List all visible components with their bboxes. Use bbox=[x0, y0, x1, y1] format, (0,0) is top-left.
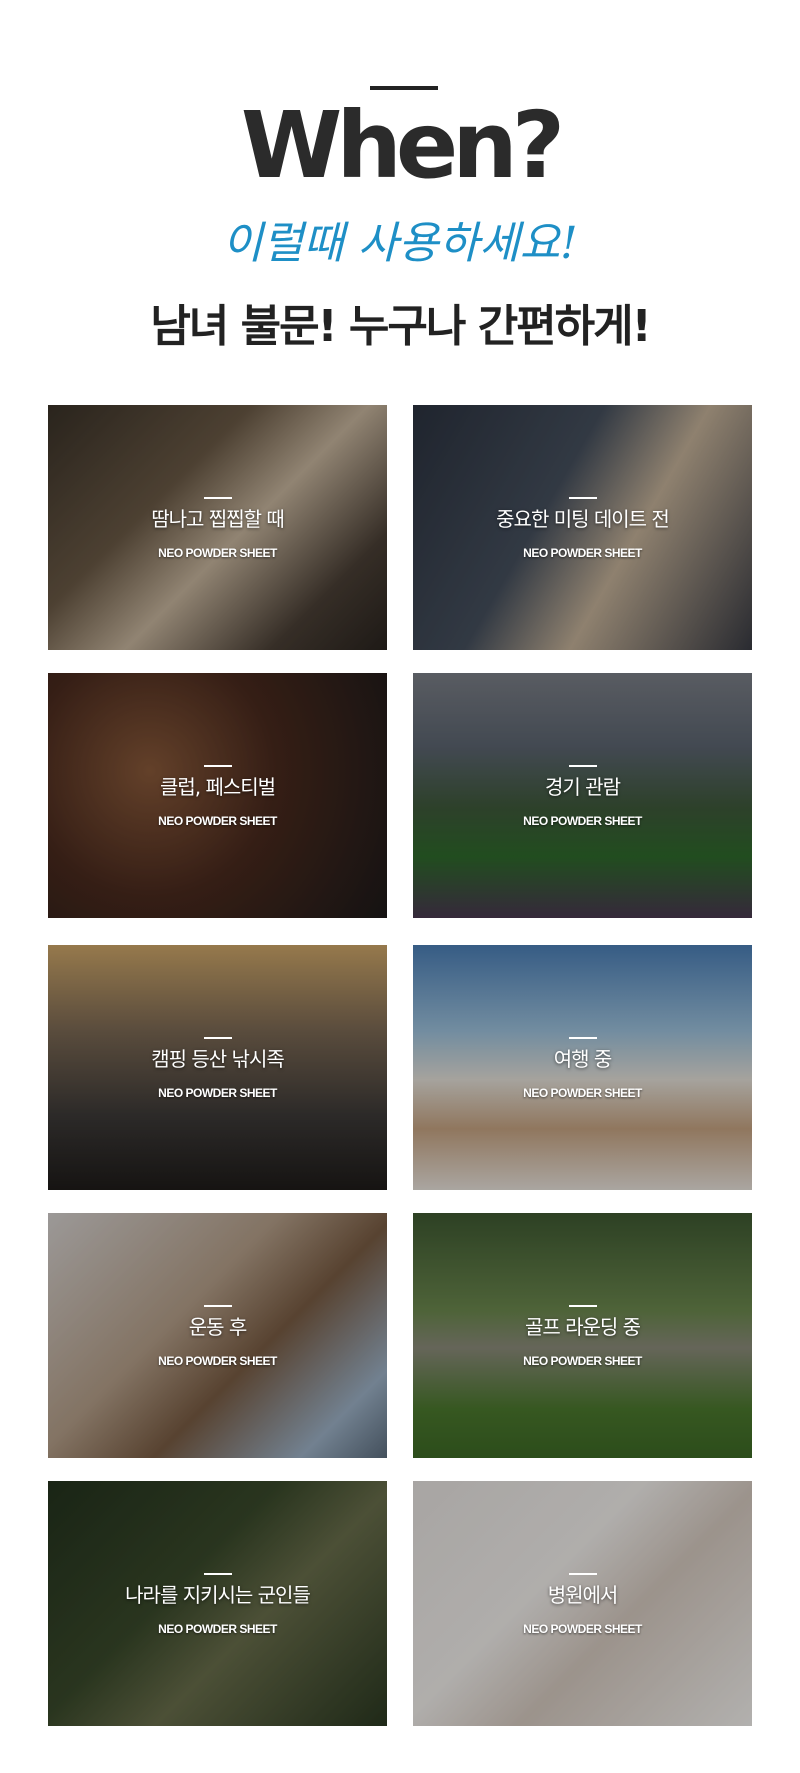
top-divider bbox=[370, 86, 438, 90]
usage-tile-game: 경기 관람 NEO POWDER SHEET bbox=[413, 673, 752, 918]
usage-tile-golf: 골프 라운딩 중 NEO POWDER SHEET bbox=[413, 1213, 752, 1458]
tile-label: 캠핑 등산 낚시족 bbox=[151, 1047, 285, 1071]
tile-divider bbox=[569, 1037, 597, 1039]
usage-tile-meeting: 중요한 미팅 데이트 전 NEO POWDER SHEET bbox=[413, 405, 752, 650]
tile-divider bbox=[569, 1305, 597, 1307]
tile-brand: NEO POWDER SHEET bbox=[158, 1354, 277, 1368]
page-title: When? bbox=[240, 92, 565, 199]
tile-brand: NEO POWDER SHEET bbox=[158, 814, 277, 828]
tile-divider bbox=[569, 765, 597, 767]
tile-brand: NEO POWDER SHEET bbox=[523, 814, 642, 828]
tile-brand: NEO POWDER SHEET bbox=[158, 1086, 277, 1100]
script-tagline: 이럴때 사용하세요! bbox=[222, 218, 578, 269]
usage-tile-hospital: 병원에서 NEO POWDER SHEET bbox=[413, 1481, 752, 1726]
tile-label: 중요한 미팅 데이트 전 bbox=[496, 507, 670, 531]
usage-tile-sweaty: 땀나고 찝찝할 때 NEO POWDER SHEET bbox=[48, 405, 387, 650]
tile-label: 클럽, 페스티벌 bbox=[159, 775, 276, 799]
tile-label: 골프 라운딩 중 bbox=[524, 1315, 641, 1339]
page-subtitle: 남녀 불문! 누구나 간편하게! bbox=[150, 301, 651, 352]
usage-tile-camping: 캠핑 등산 낚시족 NEO POWDER SHEET bbox=[48, 945, 387, 1190]
tile-brand: NEO POWDER SHEET bbox=[158, 546, 277, 560]
tile-brand: NEO POWDER SHEET bbox=[158, 1622, 277, 1636]
tile-divider bbox=[204, 1037, 232, 1039]
tile-label: 땀나고 찝찝할 때 bbox=[151, 507, 285, 531]
tile-divider bbox=[204, 765, 232, 767]
tile-label: 병원에서 bbox=[547, 1583, 619, 1607]
tile-brand: NEO POWDER SHEET bbox=[523, 1086, 642, 1100]
tile-label: 경기 관람 bbox=[545, 775, 621, 799]
usage-tile-exercise: 운동 후 NEO POWDER SHEET bbox=[48, 1213, 387, 1458]
tile-divider bbox=[204, 497, 232, 499]
usage-tile-club: 클럽, 페스티벌 NEO POWDER SHEET bbox=[48, 673, 387, 918]
tile-label: 나라를 지키시는 군인들 bbox=[125, 1583, 311, 1607]
tile-brand: NEO POWDER SHEET bbox=[523, 546, 642, 560]
tile-label: 여행 중 bbox=[553, 1047, 613, 1071]
usage-tile-travel: 여행 중 NEO POWDER SHEET bbox=[413, 945, 752, 1190]
tile-divider bbox=[204, 1573, 232, 1575]
usage-tile-soldiers: 나라를 지키시는 군인들 NEO POWDER SHEET bbox=[48, 1481, 387, 1726]
tile-brand: NEO POWDER SHEET bbox=[523, 1622, 642, 1636]
tile-divider bbox=[569, 1573, 597, 1575]
tile-label: 운동 후 bbox=[188, 1315, 248, 1339]
tile-brand: NEO POWDER SHEET bbox=[523, 1354, 642, 1368]
tile-divider bbox=[569, 497, 597, 499]
tile-divider bbox=[204, 1305, 232, 1307]
